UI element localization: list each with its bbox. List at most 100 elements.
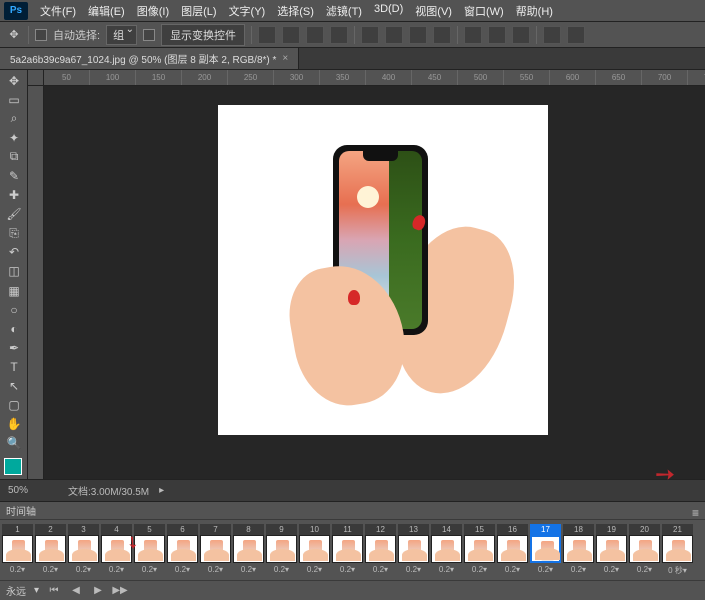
frame-delay[interactable]: 0.2▾ <box>530 563 561 574</box>
document-tab[interactable]: 5a2a6b39c9a67_1024.jpg @ 50% (图层 8 副本 2,… <box>0 48 299 69</box>
timeline-frame[interactable]: 80.2▾ <box>233 524 264 576</box>
transform-controls-checkbox[interactable] <box>143 29 155 41</box>
menu-item[interactable]: 滤镜(T) <box>320 3 368 19</box>
marquee-tool-icon[interactable]: ▭ <box>2 91 26 108</box>
frame-delay[interactable]: 0.2▾ <box>134 563 165 574</box>
timeline-frame[interactable]: 120.2▾ <box>365 524 396 576</box>
chevron-right-icon[interactable]: ▸ <box>159 485 164 496</box>
menu-item[interactable]: 帮助(H) <box>510 3 559 19</box>
timeline-frame[interactable]: 200.2▾ <box>629 524 660 576</box>
timeline-frame[interactable]: 90.2▾ <box>266 524 297 576</box>
frame-delay[interactable]: 0.2▾ <box>299 563 330 574</box>
chevron-down-icon[interactable]: ▾ <box>34 585 39 596</box>
distribute-icon[interactable] <box>385 26 403 44</box>
mode-icon[interactable] <box>543 26 561 44</box>
distribute-icon[interactable] <box>464 26 482 44</box>
frame-delay[interactable]: 0.2▾ <box>233 563 264 574</box>
timeline-frame[interactable]: 60.2▾ <box>167 524 198 576</box>
transform-controls-button[interactable]: 显示变换控件 <box>161 24 245 46</box>
timeline-frame[interactable]: 20.2▾ <box>35 524 66 576</box>
timeline-frame[interactable]: 140.2▾ <box>431 524 462 576</box>
frame-delay[interactable]: 0.2▾ <box>464 563 495 574</box>
menu-item[interactable]: 视图(V) <box>409 3 458 19</box>
align-icon[interactable] <box>306 26 324 44</box>
frame-delay[interactable]: 0.2▾ <box>266 563 297 574</box>
timeline-frame[interactable]: 30.2▾ <box>68 524 99 576</box>
menu-item[interactable]: 3D(D) <box>368 3 409 19</box>
frame-delay[interactable]: 0.2▾ <box>596 563 627 574</box>
frame-delay[interactable]: 0.2▾ <box>35 563 66 574</box>
loop-select[interactable]: 永远 <box>6 583 26 598</box>
heal-tool-icon[interactable]: ✚ <box>2 187 26 204</box>
distribute-icon[interactable] <box>361 26 379 44</box>
stamp-tool-icon[interactable]: ⎘ <box>2 225 26 242</box>
distribute-icon[interactable] <box>488 26 506 44</box>
align-icon[interactable] <box>258 26 276 44</box>
timeline-frame[interactable]: 70.2▾ <box>200 524 231 576</box>
path-tool-icon[interactable]: ↖ <box>2 378 26 395</box>
menu-item[interactable]: 图像(I) <box>131 3 175 19</box>
frame-delay[interactable]: 0.2▾ <box>332 563 363 574</box>
timeline-frame[interactable]: 100.2▾ <box>299 524 330 576</box>
eraser-tool-icon[interactable]: ◫ <box>2 263 26 280</box>
auto-select-checkbox[interactable] <box>35 29 47 41</box>
type-tool-icon[interactable]: T <box>2 358 26 375</box>
timeline-frame[interactable]: 210 秒▾ <box>662 524 693 576</box>
lasso-tool-icon[interactable]: ⌕ <box>2 110 26 127</box>
frame-delay[interactable]: 0.2▾ <box>365 563 396 574</box>
timeline-frame[interactable]: 180.2▾ <box>563 524 594 576</box>
align-icon[interactable] <box>330 26 348 44</box>
zoom-level[interactable]: 50% <box>8 485 58 496</box>
canvas-area[interactable]: 5010015020025030035040045050055060065070… <box>28 70 705 479</box>
menu-item[interactable]: 文件(F) <box>34 3 82 19</box>
timeline-frame[interactable]: 50.2▾ <box>134 524 165 576</box>
zoom-tool-icon[interactable]: 🔍 <box>2 435 26 452</box>
frame-delay[interactable]: 0.2▾ <box>68 563 99 574</box>
eyedropper-tool-icon[interactable]: ✎ <box>2 167 26 184</box>
play-icon[interactable]: ▶ <box>91 584 105 598</box>
align-icon[interactable] <box>282 26 300 44</box>
menu-item[interactable]: 编辑(E) <box>82 3 131 19</box>
dodge-tool-icon[interactable]: ◐ <box>2 320 26 337</box>
blur-tool-icon[interactable]: ○ <box>2 301 26 318</box>
wand-tool-icon[interactable]: ✦ <box>2 129 26 146</box>
timeline-frame[interactable]: 160.2▾ <box>497 524 528 576</box>
next-frame-icon[interactable]: ▶▶ <box>113 584 127 598</box>
frame-delay[interactable]: 0.2▾ <box>101 563 132 574</box>
frame-delay[interactable]: 0.2▾ <box>629 563 660 574</box>
timeline-frame[interactable]: 110.2▾ <box>332 524 363 576</box>
layer-group-select[interactable]: 组 <box>106 25 137 45</box>
pen-tool-icon[interactable]: ✒ <box>2 339 26 356</box>
menu-item[interactable]: 窗口(W) <box>458 3 510 19</box>
timeline-frame[interactable]: 190.2▾ <box>596 524 627 576</box>
timeline-frame[interactable]: 170.2▾ <box>530 524 561 576</box>
panel-menu-icon[interactable]: ≡ <box>692 506 699 520</box>
timeline-frame[interactable]: 130.2▾ <box>398 524 429 576</box>
timeline-frame[interactable]: 10.2▾ <box>2 524 33 576</box>
first-frame-icon[interactable]: ⏮ <box>47 584 61 598</box>
menu-item[interactable]: 选择(S) <box>271 3 320 19</box>
hand-tool-icon[interactable]: ✋ <box>2 416 26 433</box>
shape-tool-icon[interactable]: ▢ <box>2 397 26 414</box>
close-icon[interactable]: × <box>282 53 288 64</box>
gradient-tool-icon[interactable]: ▦ <box>2 282 26 299</box>
frame-delay[interactable]: 0.2▾ <box>167 563 198 574</box>
mode-icon[interactable] <box>567 26 585 44</box>
brush-tool-icon[interactable]: 🖌 <box>2 206 26 223</box>
move-tool-icon[interactable]: ✥ <box>2 72 26 89</box>
menu-item[interactable]: 文字(Y) <box>223 3 272 19</box>
frame-delay[interactable]: 0.2▾ <box>563 563 594 574</box>
color-swatch[interactable] <box>4 458 22 475</box>
frame-delay[interactable]: 0.2▾ <box>398 563 429 574</box>
history-brush-icon[interactable]: ↶ <box>2 244 26 261</box>
timeline-frame[interactable]: 40.2▾ <box>101 524 132 576</box>
frame-delay[interactable]: 0.2▾ <box>200 563 231 574</box>
timeline-frame[interactable]: 150.2▾ <box>464 524 495 576</box>
frame-delay[interactable]: 0.2▾ <box>497 563 528 574</box>
crop-tool-icon[interactable]: ⧉ <box>2 148 26 165</box>
frame-delay[interactable]: 0 秒▾ <box>662 563 693 576</box>
distribute-icon[interactable] <box>433 26 451 44</box>
distribute-icon[interactable] <box>512 26 530 44</box>
frame-delay[interactable]: 0.2▾ <box>2 563 33 574</box>
distribute-icon[interactable] <box>409 26 427 44</box>
